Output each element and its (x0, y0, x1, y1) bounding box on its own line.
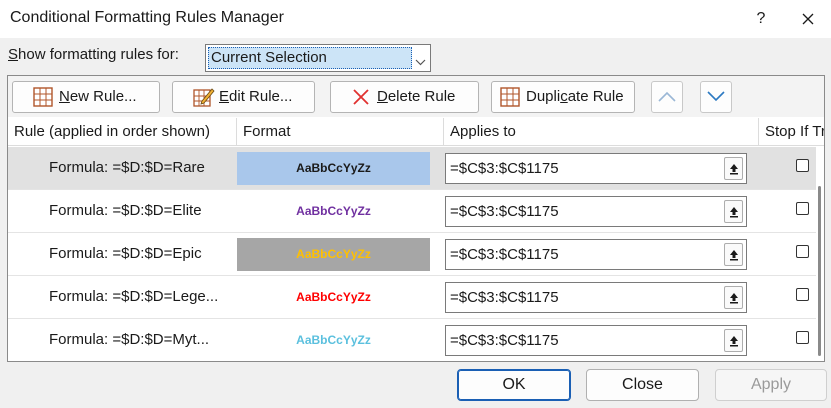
collapse-dialog-icon[interactable] (724, 157, 743, 180)
new-rule-icon (33, 87, 53, 107)
stop-if-true-checkbox[interactable] (796, 331, 809, 344)
ok-button[interactable]: OK (457, 369, 571, 401)
applies-to-field[interactable]: =$C$3:$C$1175 (445, 325, 747, 356)
rule-description: Formula: =$D:$D=Lege... (49, 288, 219, 305)
rules-scrollbar[interactable] (816, 146, 824, 361)
rule-description: Formula: =$D:$D=Rare (49, 159, 205, 176)
collapse-dialog-icon[interactable] (724, 286, 743, 309)
applies-to-field[interactable]: =$C$3:$C$1175 (445, 153, 747, 184)
show-rules-label: Show formatting rules for: (8, 46, 179, 63)
apply-button[interactable]: Apply (715, 369, 827, 401)
move-down-button[interactable] (700, 81, 732, 113)
stop-if-true-checkbox[interactable] (796, 245, 809, 258)
applies-to-field[interactable]: =$C$3:$C$1175 (445, 239, 747, 270)
close-button[interactable]: Close (586, 369, 699, 401)
rules-panel: New Rule... Edit Rule... Delete Rule Dup… (7, 75, 825, 362)
show-rules-select[interactable]: Current Selection (205, 44, 431, 72)
collapse-dialog-icon[interactable] (724, 329, 743, 352)
column-header-rule[interactable]: Rule (applied in order shown) (8, 118, 237, 146)
rules-table-header: Rule (applied in order shown) Format App… (8, 118, 824, 146)
title-bar: Conditional Formatting Rules Manager ? (0, 0, 831, 38)
scrollbar-thumb[interactable] (818, 186, 821, 356)
stop-if-true-checkbox[interactable] (796, 159, 809, 172)
rule-description: Formula: =$D:$D=Elite (49, 202, 202, 219)
applies-to-value: =$C$3:$C$1175 (450, 246, 559, 263)
applies-to-value: =$C$3:$C$1175 (450, 160, 559, 177)
rule-row[interactable]: Formula: =$D:$D=Rare AaBbCcYyZz =$C$3:$C… (8, 147, 816, 190)
format-preview: AaBbCcYyZz (237, 152, 430, 185)
applies-to-value: =$C$3:$C$1175 (450, 203, 559, 220)
applies-to-field[interactable]: =$C$3:$C$1175 (445, 196, 747, 227)
show-rules-selected-value: Current Selection (208, 47, 412, 69)
format-preview: AaBbCcYyZz (237, 238, 430, 271)
applies-to-value: =$C$3:$C$1175 (450, 332, 559, 349)
rule-row[interactable]: Formula: =$D:$D=Lege... AaBbCcYyZz =$C$3… (8, 276, 816, 319)
applies-to-field[interactable]: =$C$3:$C$1175 (445, 282, 747, 313)
edit-rule-button[interactable]: Edit Rule... (172, 81, 315, 113)
format-preview: AaBbCcYyZz (237, 281, 430, 314)
collapse-dialog-icon[interactable] (724, 243, 743, 266)
column-header-applies-to[interactable]: Applies to (444, 118, 759, 146)
collapse-dialog-icon[interactable] (724, 200, 743, 223)
stop-if-true-checkbox[interactable] (796, 202, 809, 215)
rule-row[interactable]: Formula: =$D:$D=Myt... AaBbCcYyZz =$C$3:… (8, 319, 816, 361)
stop-if-true-checkbox[interactable] (796, 288, 809, 301)
column-header-stop-if-true[interactable]: Stop If True (759, 118, 824, 146)
chevron-down-icon (415, 53, 426, 70)
format-preview: AaBbCcYyZz (237, 195, 430, 228)
rule-row[interactable]: Formula: =$D:$D=Epic AaBbCcYyZz =$C$3:$C… (8, 233, 816, 276)
delete-icon (351, 87, 371, 107)
edit-rule-icon (193, 87, 215, 107)
help-button[interactable]: ? (746, 4, 776, 34)
move-up-button[interactable] (651, 81, 683, 113)
rules-toolbar: New Rule... Edit Rule... Delete Rule Dup… (8, 76, 824, 117)
dialog-title: Conditional Formatting Rules Manager (10, 9, 284, 26)
close-icon[interactable] (793, 4, 823, 34)
duplicate-rule-icon (500, 87, 520, 107)
format-preview: AaBbCcYyZz (237, 324, 430, 357)
applies-to-value: =$C$3:$C$1175 (450, 289, 559, 306)
rule-description: Formula: =$D:$D=Epic (49, 245, 202, 262)
new-rule-button[interactable]: New Rule... (12, 81, 160, 113)
delete-rule-button[interactable]: Delete Rule (330, 81, 479, 113)
column-header-format[interactable]: Format (237, 118, 444, 146)
duplicate-rule-button[interactable]: Duplicate Rule (491, 81, 635, 113)
rule-description: Formula: =$D:$D=Myt... (49, 331, 210, 348)
rule-row[interactable]: Formula: =$D:$D=Elite AaBbCcYyZz =$C$3:$… (8, 190, 816, 233)
